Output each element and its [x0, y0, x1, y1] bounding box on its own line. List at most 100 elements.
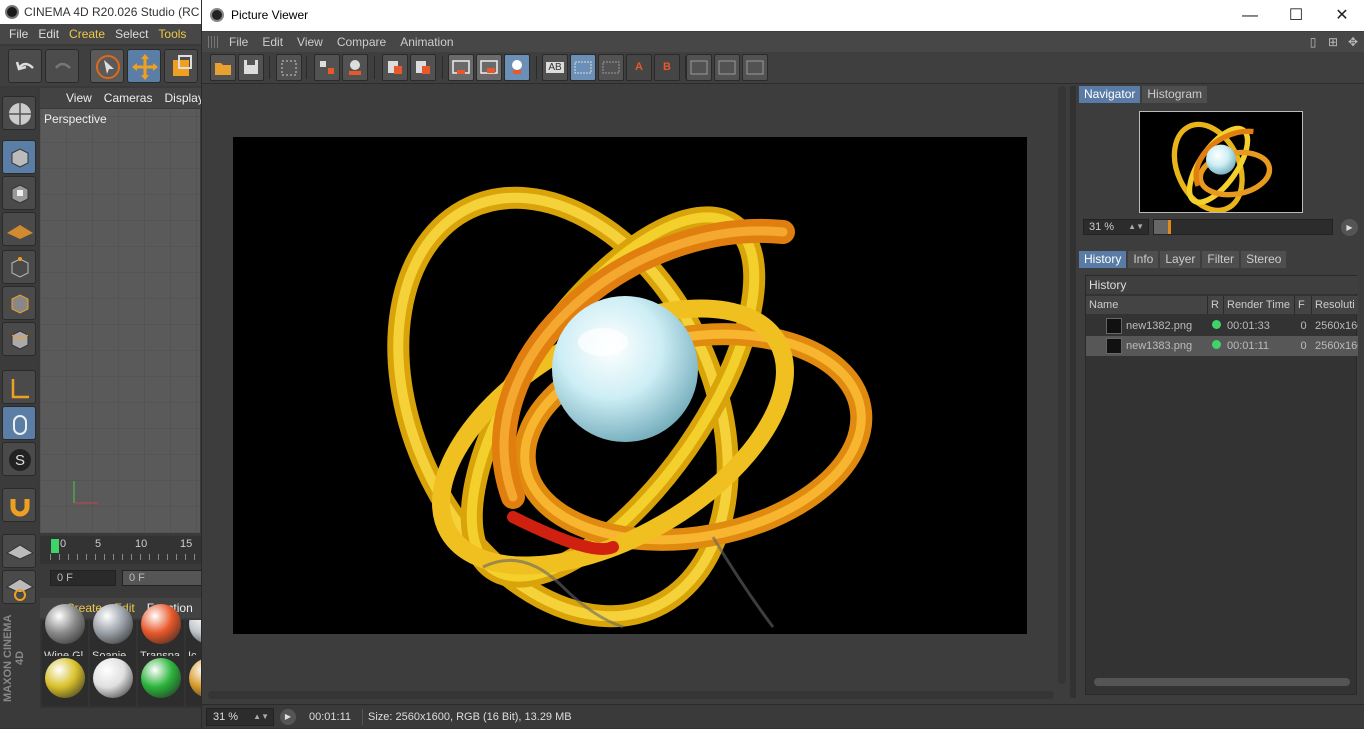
workplane-align-tool[interactable] [2, 570, 36, 604]
move-panel-icon[interactable]: ✥ [1345, 34, 1361, 50]
model-mode-tool[interactable] [2, 140, 36, 174]
swap-ab-button[interactable] [686, 54, 712, 81]
tab-filter[interactable]: Filter [1202, 251, 1240, 268]
save-button[interactable] [238, 54, 264, 81]
world-axis-tool[interactable] [2, 96, 36, 130]
horizontal-scrollbar[interactable] [208, 691, 1054, 699]
timeline-playhead[interactable] [51, 539, 59, 553]
move-tool-button[interactable] [127, 49, 161, 83]
minimize-button[interactable]: — [1227, 0, 1273, 31]
cursor-icon [96, 55, 120, 79]
viewport-menu-view[interactable]: View [60, 88, 98, 108]
column-resolution[interactable]: Resoluti [1312, 296, 1358, 314]
zoom-dropdown[interactable]: 31 % ▲▼ [206, 708, 274, 726]
c4d-menu-edit[interactable]: Edit [33, 24, 64, 44]
ab-diff-button[interactable] [598, 54, 624, 81]
tab-history[interactable]: History [1079, 251, 1127, 268]
panel-splitter[interactable] [1070, 86, 1076, 698]
vertical-scrollbar[interactable] [1058, 86, 1066, 684]
column-name[interactable]: Name [1086, 296, 1208, 314]
set-a-label: A [635, 61, 643, 73]
toolbar-separator [306, 56, 307, 79]
timeline-ruler[interactable]: 0 5 10 15 [40, 536, 202, 564]
undo-button[interactable] [8, 49, 42, 83]
c4d-menu-select[interactable]: Select [110, 24, 153, 44]
set-b-button[interactable]: B [654, 54, 680, 81]
points-mode-tool[interactable] [2, 250, 36, 284]
tab-info[interactable]: Info [1128, 251, 1159, 268]
select-tool-button[interactable] [90, 49, 124, 83]
fullscreen-button[interactable] [448, 54, 474, 81]
maximize-button[interactable]: ☐ [1273, 0, 1319, 31]
column-render-time[interactable]: Render Time [1224, 296, 1295, 314]
team-render-button[interactable] [504, 54, 530, 81]
current-frame-field[interactable]: 0 F [122, 570, 202, 586]
stereo-button[interactable] [714, 54, 740, 81]
viewer-menu-file[interactable]: File [222, 32, 255, 52]
remove-image-button[interactable] [410, 54, 436, 81]
material-swatch[interactable]: Transpa [138, 604, 184, 662]
viewport-menu-cameras[interactable]: Cameras [98, 88, 159, 108]
column-r[interactable]: R [1208, 296, 1224, 314]
perspective-viewport[interactable]: Perspective [40, 109, 200, 533]
drag-grip-icon[interactable] [208, 36, 218, 48]
stop-render-button[interactable] [382, 54, 408, 81]
history-row[interactable]: new1382.png 00:01:33 0 2560x1600 [1086, 316, 1358, 336]
tab-navigator[interactable]: Navigator [1079, 86, 1141, 103]
history-row-selected[interactable]: new1383.png 00:01:11 0 2560x1600 [1086, 336, 1358, 356]
start-frame-field[interactable]: 0 F [50, 570, 116, 586]
magnet-tool[interactable] [2, 488, 36, 522]
material-swatch[interactable] [138, 656, 184, 706]
material-swatch[interactable]: Wine Gl [42, 604, 88, 662]
image-canvas-area[interactable] [202, 86, 1064, 699]
material-swatch[interactable] [186, 656, 202, 706]
tab-layer[interactable]: Layer [1160, 251, 1201, 268]
render-user-button[interactable] [342, 54, 368, 81]
material-swatch[interactable]: Ic [186, 620, 202, 660]
material-swatch[interactable] [42, 656, 88, 706]
region-render-button[interactable] [314, 54, 340, 81]
viewer-menu-view[interactable]: View [290, 32, 330, 52]
c4d-menu-tools[interactable]: Tools [153, 24, 191, 44]
navigator-thumbnail[interactable] [1139, 111, 1303, 213]
material-swatch[interactable]: Soapie [90, 604, 136, 662]
workplane-tool[interactable] [2, 212, 36, 246]
close-button[interactable]: ✕ [1319, 0, 1364, 31]
scale-tool-button[interactable] [164, 49, 198, 83]
slider-knob[interactable] [1168, 220, 1171, 234]
tweak-mode-tool[interactable] [2, 406, 36, 440]
viewer-menu-animation[interactable]: Animation [393, 32, 460, 52]
axis-mode-tool[interactable] [2, 370, 36, 404]
play-button[interactable]: ▶ [280, 709, 296, 725]
layout-panel-icon[interactable]: ▯ [1305, 34, 1321, 50]
open-button[interactable] [210, 54, 236, 81]
texture-mode-tool[interactable] [2, 176, 36, 210]
navigator-zoom-field[interactable]: 31 % ▲▼ [1083, 219, 1149, 235]
viewer-toolbar: AB A B [202, 52, 1364, 84]
tab-stereo[interactable]: Stereo [1241, 251, 1287, 268]
material-swatch[interactable] [90, 656, 136, 706]
render-status-dot [1211, 340, 1221, 349]
alpha-channel-button[interactable] [276, 54, 302, 81]
viewer-menu-edit[interactable]: Edit [255, 32, 290, 52]
snap-tool[interactable]: S [2, 442, 36, 476]
render-to-pv-button[interactable] [476, 54, 502, 81]
monitor-icon [452, 60, 470, 74]
c4d-menu-create[interactable]: Create [64, 24, 110, 44]
polygons-mode-tool[interactable] [2, 322, 36, 356]
ab-split-button[interactable] [570, 54, 596, 81]
navigator-play-button[interactable]: ▶ [1341, 219, 1358, 236]
ab-compare-button[interactable]: AB [542, 54, 568, 81]
new-panel-icon[interactable]: ⊞ [1325, 34, 1341, 50]
redo-button[interactable] [45, 49, 79, 83]
lock-workplane-tool[interactable] [2, 534, 36, 568]
anaglyph-button[interactable] [742, 54, 768, 81]
tab-histogram[interactable]: Histogram [1142, 86, 1208, 103]
set-a-button[interactable]: A [626, 54, 652, 81]
c4d-menu-file[interactable]: File [4, 24, 33, 44]
edges-mode-tool[interactable] [2, 286, 36, 320]
column-frame[interactable]: F [1295, 296, 1312, 314]
history-horizontal-scrollbar[interactable] [1094, 678, 1350, 686]
navigator-zoom-slider[interactable] [1153, 219, 1333, 235]
viewer-menu-compare[interactable]: Compare [330, 32, 393, 52]
